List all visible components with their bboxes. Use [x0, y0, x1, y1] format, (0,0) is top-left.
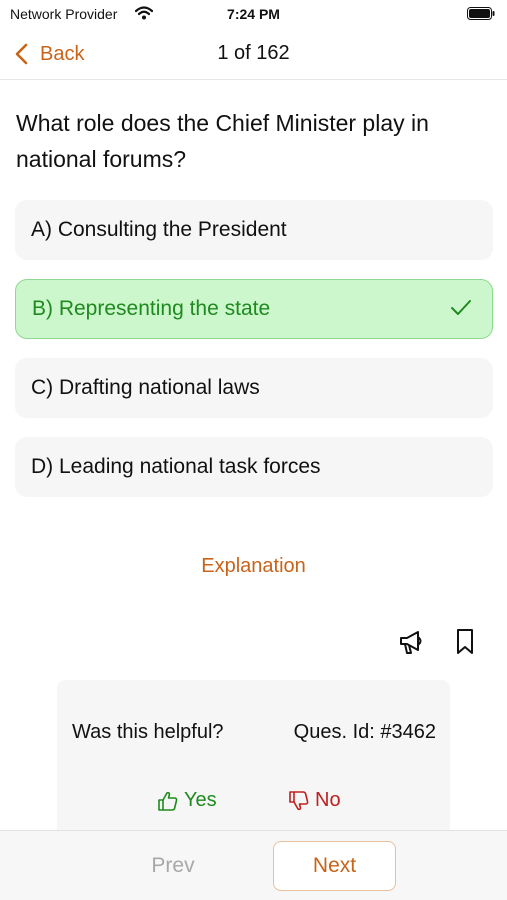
bookmark-icon[interactable] [455, 628, 475, 656]
option-a[interactable]: A) Consulting the President [15, 200, 493, 260]
option-b[interactable]: B) Representing the state [15, 279, 493, 339]
battery-icon [467, 7, 495, 20]
navigation-bar: Back 1 of 162 [0, 28, 507, 80]
yes-button[interactable]: Yes [157, 789, 217, 812]
no-label: No [315, 789, 341, 811]
option-label: B) Representing the state [32, 297, 271, 320]
question-id: Ques. Id: #3462 [293, 721, 436, 743]
question-text: What role does the Chief Minister play i… [16, 110, 429, 172]
helpful-prompt: Was this helpful? [72, 721, 224, 743]
thumbs-up-icon [158, 791, 178, 811]
prev-button[interactable]: Prev [113, 842, 233, 890]
next-button[interactable]: Next [273, 841, 396, 891]
option-c[interactable]: C) Drafting national laws [15, 358, 493, 418]
option-label: A) Consulting the President [31, 218, 287, 241]
thumbs-down-icon [289, 790, 309, 810]
status-time: 7:24 PM [227, 6, 280, 22]
feedback-card: Was this helpful? Ques. Id: #3462 Yes No [57, 680, 450, 830]
option-label: D) Leading national task forces [31, 455, 321, 478]
status-bar: Network Provider 7:24 PM [0, 0, 507, 28]
bottom-toolbar: Prev Next [0, 830, 507, 900]
megaphone-icon[interactable] [398, 628, 426, 656]
option-d[interactable]: D) Leading national task forces [15, 437, 493, 497]
question-counter: 1 of 162 [217, 42, 290, 64]
yes-label: Yes [184, 789, 217, 811]
checkmark-icon [451, 300, 471, 315]
explanation-link[interactable]: Explanation [0, 555, 507, 578]
option-label: C) Drafting national laws [31, 376, 260, 399]
no-button[interactable]: No [288, 789, 341, 812]
